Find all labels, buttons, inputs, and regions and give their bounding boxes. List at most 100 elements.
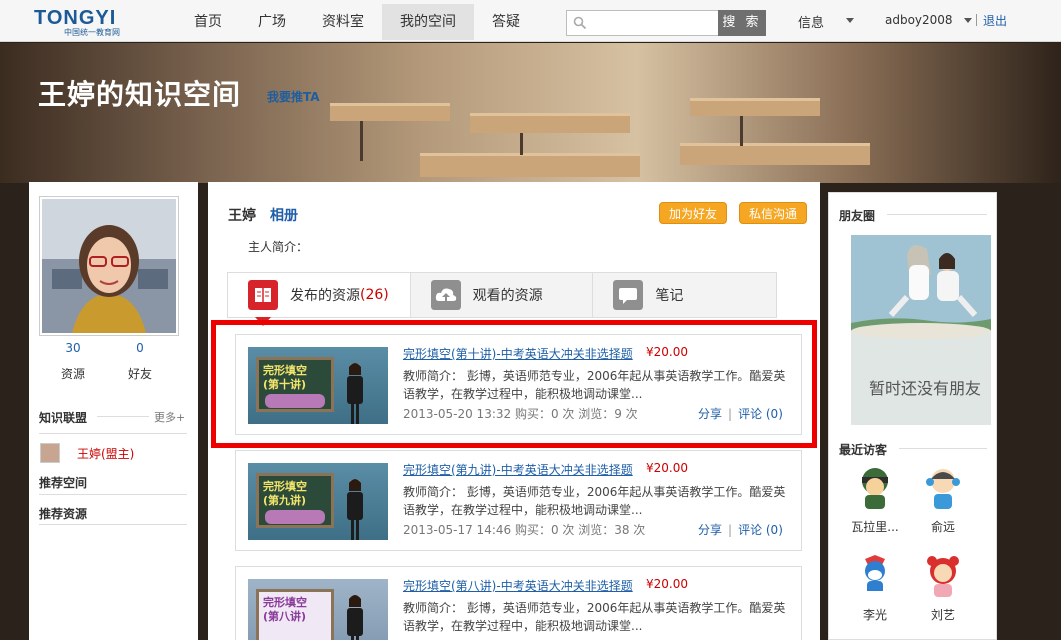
- thumbnail-decoration: [265, 510, 325, 524]
- resource-title[interactable]: 完形填空(第八讲)-中考英语大冲关非选择题: [403, 577, 633, 594]
- tab-notes-label: 笔记: [655, 288, 684, 304]
- resource-price: ¥20.00: [646, 461, 688, 475]
- resource-title[interactable]: 完形填空(第九讲)-中考英语大冲关非选择题: [403, 461, 633, 478]
- add-friend-button[interactable]: 加为好友: [659, 202, 727, 224]
- league-member-name[interactable]: 王婷(盟主): [77, 445, 134, 462]
- thumbnail-text: 完形填空 (第八讲): [263, 596, 307, 623]
- tab-published-count: (26): [360, 287, 389, 303]
- main-nav: 首页 广场 资料室 我的空间 答疑: [176, 4, 538, 40]
- recommended-resources-title: 推荐资源: [39, 507, 88, 521]
- teacher-figure: [347, 595, 363, 640]
- divider: [976, 14, 977, 26]
- visitor-item[interactable]: 瓦拉里...: [845, 465, 905, 535]
- search-input[interactable]: [591, 13, 717, 33]
- divider: [39, 494, 187, 495]
- resource-description: 教师简介： 彭博，英语师范专业，2006年起从事英语教学工作。酷爱英语教学，在教…: [403, 601, 786, 633]
- comment-link[interactable]: 评论 (0): [738, 523, 783, 537]
- visitor-name: 李光: [862, 608, 887, 622]
- divider: [39, 524, 187, 525]
- avatar[interactable]: [39, 196, 179, 336]
- resource-thumbnail[interactable]: 完形填空 (第九讲): [248, 463, 388, 540]
- chevron-down-icon[interactable]: [846, 18, 854, 23]
- visitor-avatar: [862, 468, 888, 509]
- visitor-name: 瓦拉里...: [851, 520, 899, 534]
- friends-placeholder-image: 暂时还没有朋友: [851, 235, 991, 425]
- banner-desk-leg: [740, 116, 743, 146]
- resource-tabs: 发布的资源 (26) 观看的资源 笔记: [227, 272, 777, 326]
- profile-sidebar: 30 0 资源 好友 知识联盟 更多+ 王婷(盟主) 推荐空间 推荐资源: [29, 182, 198, 640]
- chevron-down-icon[interactable]: [964, 18, 972, 23]
- share-link[interactable]: 分享: [698, 523, 722, 537]
- profile-photo: [42, 199, 176, 333]
- knowledge-league-title: 知识联盟: [39, 411, 88, 425]
- nav-my-space[interactable]: 我的空间: [382, 4, 474, 40]
- search-button[interactable]: 搜 索: [718, 10, 766, 36]
- album-link[interactable]: 相册: [270, 205, 298, 225]
- banner-desk: [690, 98, 820, 116]
- cloud-upload-icon: [430, 280, 461, 310]
- private-message-button[interactable]: 私信沟通: [739, 202, 807, 224]
- banner-desk: [420, 153, 640, 177]
- visitor-item[interactable]: 刘艺: [913, 553, 973, 623]
- info-menu[interactable]: 信息: [798, 12, 824, 31]
- resource-meta: 2013-05-17 14:46 购买：0 次 浏览：38 次: [403, 523, 646, 537]
- nav-qa[interactable]: 答疑: [474, 4, 538, 40]
- banner-desk: [330, 103, 450, 121]
- nav-home[interactable]: 首页: [176, 4, 240, 40]
- space-banner: 王婷的知识空间 我要推TA: [0, 43, 1061, 183]
- search-icon: [573, 16, 587, 30]
- tab-notes[interactable]: 笔记: [593, 273, 776, 317]
- blackboard: 完形填空 (第八讲): [256, 589, 334, 640]
- resource-price: ¥20.00: [646, 577, 688, 591]
- visitor-name: 刘艺: [930, 608, 955, 622]
- highlight-box: [211, 320, 817, 448]
- visitor-avatar: [927, 556, 959, 597]
- resource-item: 完形填空 (第九讲) 完形填空(第九讲)-中考英语大冲关非选择题 ¥20.00 教…: [235, 450, 802, 551]
- blackboard: 完形填空 (第九讲): [256, 473, 334, 528]
- league-member-avatar[interactable]: [40, 443, 60, 463]
- divider: [39, 433, 187, 434]
- banner-desk: [470, 113, 630, 133]
- logo-subtitle: 中国统一教育网: [64, 28, 120, 37]
- no-friends-text: 暂时还没有朋友: [869, 379, 982, 398]
- right-sidebar: 朋友圈 暂时还没有朋友 最近访客 瓦拉里... 俞远 李光 刘艺: [828, 192, 997, 640]
- friends-circle-title: 朋友圈: [839, 209, 876, 223]
- tab-published-resources[interactable]: 发布的资源 (26): [228, 273, 411, 326]
- nav-library[interactable]: 资料室: [304, 4, 382, 40]
- resource-item: 完形填空 (第八讲) 完形填空(第八讲)-中考英语大冲关非选择题 ¥20.00 教…: [235, 566, 802, 640]
- resources-label: 资源: [60, 367, 85, 381]
- tab-published-label: 发布的资源: [290, 288, 360, 304]
- visitor-item[interactable]: 俞远: [913, 465, 973, 535]
- book-icon: [248, 280, 278, 310]
- username[interactable]: adboy2008: [885, 13, 953, 27]
- resource-actions: 分享 | 评论 (0): [698, 523, 783, 537]
- visitor-avatar: [926, 469, 960, 509]
- more-link[interactable]: 更多+: [154, 409, 185, 425]
- resource-description: 教师简介： 彭博，英语师范专业，2006年起从事英语教学工作。酷爱英语教学，在教…: [403, 485, 786, 517]
- tab-watched-label: 观看的资源: [472, 288, 543, 304]
- friends-count[interactable]: 0: [110, 341, 170, 355]
- top-navigation-bar: TONGYI 中国统一教育网 首页 广场 资料室 我的空间 答疑 搜 索 信息 …: [0, 0, 1061, 42]
- recommend-link[interactable]: 我要推TA: [267, 88, 320, 105]
- visitor-avatar: [865, 555, 885, 596]
- recommended-spaces-title: 推荐空间: [39, 476, 88, 490]
- visitor-name: 俞远: [930, 520, 955, 534]
- note-icon: [613, 280, 644, 310]
- divider: [887, 214, 987, 215]
- recent-visitors-title: 最近访客: [839, 443, 888, 457]
- owner-intro-label: 主人简介：: [248, 240, 309, 254]
- owner-name: 王婷: [228, 208, 256, 224]
- resource-thumbnail[interactable]: 完形填空 (第八讲): [248, 579, 388, 640]
- resources-count[interactable]: 30: [43, 341, 103, 355]
- nav-square[interactable]: 广场: [240, 4, 304, 40]
- search-box: 搜 索: [566, 10, 766, 36]
- banner-desk-leg: [360, 121, 363, 161]
- tab-watched-resources[interactable]: 观看的资源: [411, 273, 594, 317]
- logout-link[interactable]: 退出: [983, 12, 1007, 29]
- thumbnail-text: 完形填空 (第九讲): [263, 480, 307, 507]
- friends-label: 好友: [127, 367, 152, 381]
- visitor-item[interactable]: 李光: [845, 553, 905, 623]
- tongyi-logo[interactable]: TONGYI 中国统一教育网: [34, 8, 134, 38]
- banner-desk-leg: [520, 133, 523, 155]
- banner-desk: [680, 143, 870, 165]
